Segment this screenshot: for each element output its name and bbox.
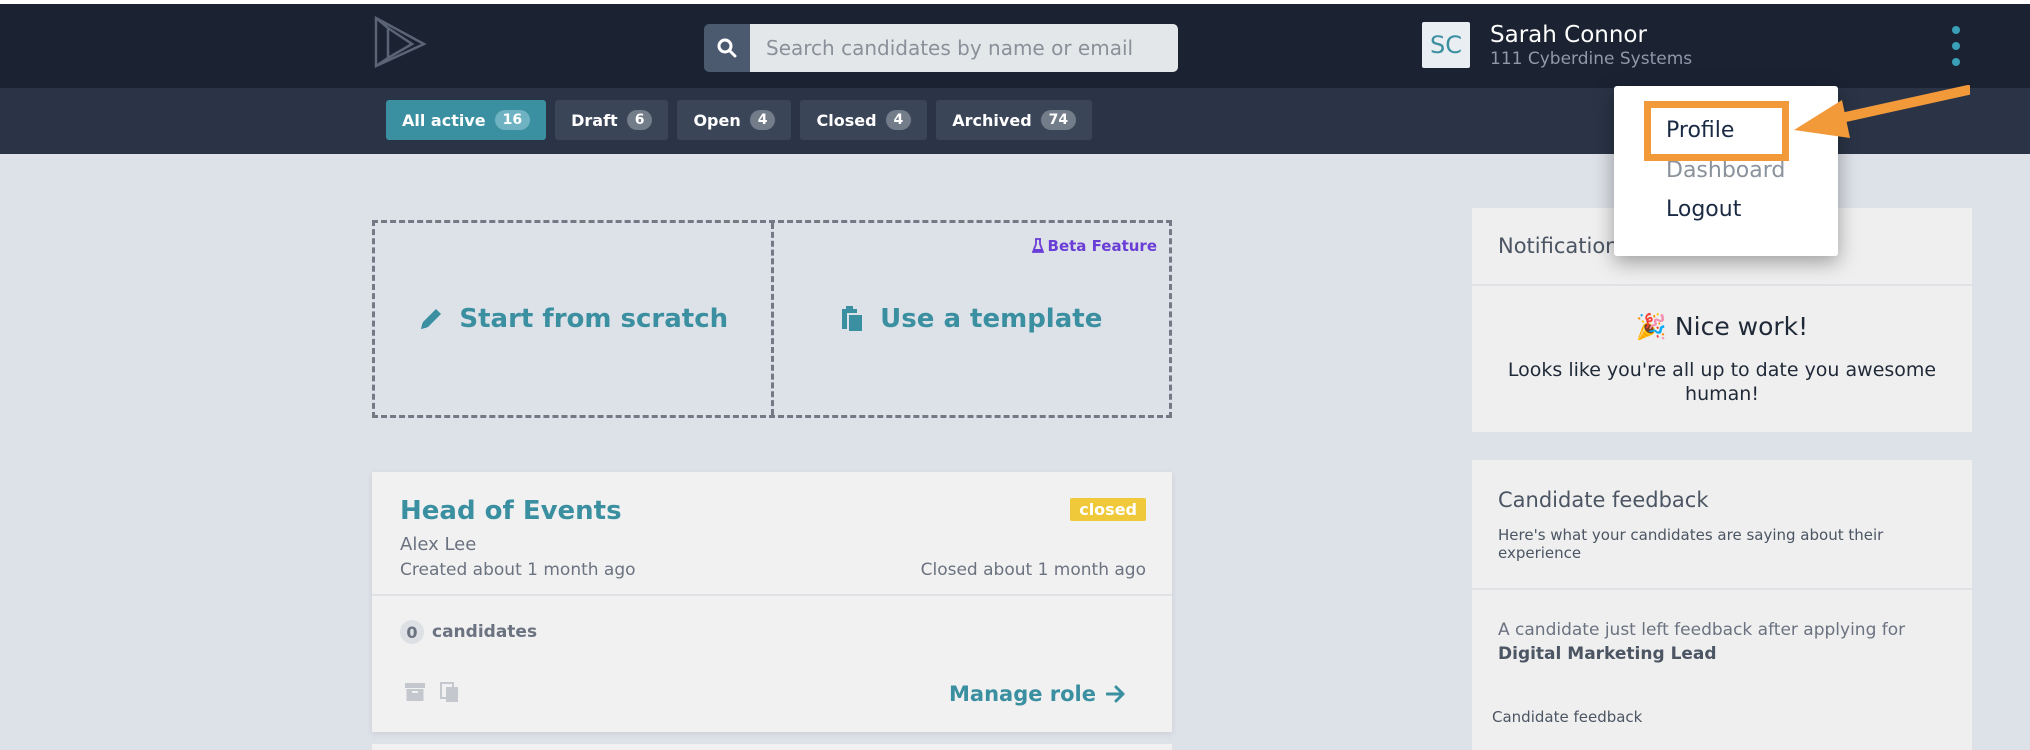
divider	[372, 594, 1172, 596]
archive-icon[interactable]	[404, 682, 426, 702]
tab-label: All active	[402, 110, 486, 130]
tab-archived[interactable]: Archived 74	[936, 100, 1093, 140]
role-owner: Alex Lee	[400, 534, 477, 555]
role-card: Head of Events closed Alex Lee Created a…	[372, 472, 1172, 732]
beta-feature-label: Beta Feature	[1047, 237, 1157, 255]
use-template-label: Use a template	[880, 304, 1103, 334]
feedback-title: Candidate feedback	[1498, 488, 1709, 512]
use-template-button[interactable]: Beta Feature Use a template	[774, 223, 1170, 415]
profile-highlight-box	[1644, 101, 1789, 161]
tab-count-badge: 4	[749, 110, 776, 130]
tab-count-badge: 4	[885, 110, 912, 130]
tab-count-badge: 6	[626, 110, 653, 130]
duplicate-icon[interactable]	[440, 682, 460, 704]
tab-draft[interactable]: Draft 6	[555, 100, 669, 140]
status-tabs: All active 16 Draft 6 Open 4 Closed 4 Ar…	[386, 100, 1093, 140]
nice-work-text: Nice work!	[1674, 312, 1809, 341]
manage-role-link[interactable]: Manage role	[949, 682, 1126, 706]
role-title[interactable]: Head of Events	[400, 496, 622, 526]
feedback-item-text: A candidate just left feedback after app…	[1498, 620, 1906, 640]
notifications-title: Notifications	[1498, 234, 1630, 258]
menu-item-logout[interactable]: Logout	[1666, 197, 1741, 222]
feedback-footer: Candidate feedback	[1492, 708, 1643, 726]
menu-item-dashboard[interactable]: Dashboard	[1666, 158, 1785, 183]
tab-label: Closed	[816, 110, 877, 130]
feedback-item[interactable]: A candidate just left feedback after app…	[1498, 618, 1948, 666]
beta-feature-badge: Beta Feature	[1031, 237, 1157, 255]
start-from-scratch-label: Start from scratch	[459, 304, 729, 334]
nice-work-message: Looks like you're all up to date you awe…	[1507, 359, 1937, 405]
nice-work-heading: 🎉 Nice work!	[1472, 312, 1972, 342]
candidate-feedback-panel: Candidate feedback Here's what your cand…	[1472, 460, 1972, 750]
feedback-item-role: Digital Marketing Lead	[1498, 644, 1717, 664]
annotation-arrow-icon	[1794, 85, 1970, 138]
party-icon: 🎉	[1635, 312, 1667, 341]
candidate-count[interactable]: 0 candidates	[400, 620, 537, 644]
divider	[1472, 588, 1972, 590]
role-created-date: Created about 1 month ago	[400, 560, 636, 580]
manage-role-label: Manage role	[949, 682, 1096, 706]
search-button[interactable]	[704, 24, 750, 72]
card-actions	[404, 682, 460, 704]
tab-label: Open	[693, 110, 741, 130]
pencil-icon	[421, 309, 442, 329]
kebab-menu-icon[interactable]	[1944, 26, 1968, 66]
status-badge: closed	[1070, 498, 1146, 521]
tab-count-badge: 74	[1040, 110, 1077, 130]
role-closed-date: Closed about 1 month ago	[920, 560, 1146, 580]
search-input[interactable]	[750, 24, 1178, 72]
start-from-scratch-button[interactable]: Start from scratch	[375, 223, 774, 415]
user-name: Sarah Connor	[1490, 22, 1647, 48]
copy-icon	[842, 306, 865, 333]
tab-label: Archived	[952, 110, 1032, 130]
tab-count-badge: 16	[494, 110, 531, 130]
candidate-count-badge: 0	[400, 620, 424, 644]
candidates-label: candidates	[432, 622, 538, 642]
flask-icon	[1031, 238, 1044, 253]
create-role-box: Start from scratch Beta Feature Use a te…	[372, 220, 1172, 418]
logo-icon[interactable]	[372, 14, 428, 74]
search-icon	[717, 38, 737, 58]
avatar[interactable]: SC	[1422, 22, 1470, 68]
feedback-subtitle: Here's what your candidates are saying a…	[1498, 526, 1884, 562]
tab-label: Draft	[571, 110, 618, 130]
arrow-right-icon	[1106, 685, 1125, 703]
tab-all-active[interactable]: All active 16	[386, 100, 547, 140]
tab-closed[interactable]: Closed 4	[800, 100, 928, 140]
tab-open[interactable]: Open 4	[677, 100, 792, 140]
role-card	[372, 744, 1172, 750]
user-company: 111 Cyberdine Systems	[1490, 49, 1693, 69]
search-bar	[704, 24, 1178, 72]
